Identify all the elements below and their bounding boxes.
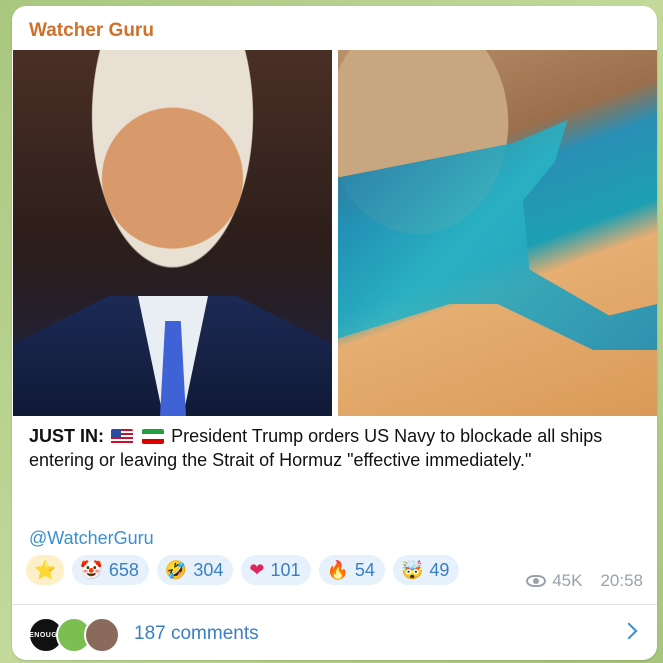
- star-icon: ⭐: [34, 560, 57, 580]
- avatar: [84, 617, 120, 653]
- message-text: JUST IN: President Trump orders US Navy …: [29, 424, 629, 472]
- reaction-laughing[interactable]: 🤣 304: [156, 555, 234, 585]
- reaction-count: 101: [270, 559, 301, 580]
- reaction-star[interactable]: ⭐: [26, 555, 65, 585]
- comments-button[interactable]: ENOUGH 187 comments: [12, 605, 657, 660]
- exploding-head-icon: 🤯: [400, 560, 424, 580]
- reaction-count: 54: [354, 559, 375, 580]
- clown-icon: 🤡: [80, 560, 103, 580]
- portrait-photo[interactable]: [13, 50, 332, 416]
- reaction-heart[interactable]: ❤ 101: [241, 555, 311, 585]
- view-count: 45K: [552, 571, 583, 590]
- fire-icon: 🔥: [326, 560, 349, 580]
- channel-mention-link[interactable]: @WatcherGuru: [29, 528, 154, 549]
- iran-flag-icon: [142, 429, 165, 444]
- reaction-clown[interactable]: 🤡 658: [72, 555, 149, 585]
- laughing-icon: 🤣: [164, 560, 188, 580]
- reaction-count: 49: [429, 559, 450, 580]
- message-meta: 45K 20:58: [526, 571, 643, 591]
- reaction-fire[interactable]: 🔥 54: [318, 555, 385, 585]
- commenter-avatars: ENOUGH: [28, 617, 128, 653]
- comments-label: 187 comments: [134, 623, 259, 644]
- satellite-strait-photo[interactable]: [338, 50, 657, 416]
- eye-icon: [526, 575, 547, 587]
- channel-name[interactable]: Watcher Guru: [29, 20, 154, 42]
- message-prefix: JUST IN:: [29, 426, 105, 446]
- gulf-shape: [338, 120, 657, 350]
- chevron-right-icon: [620, 622, 638, 640]
- heart-icon: ❤: [249, 560, 265, 580]
- message-card: Watcher Guru JUST IN: President Trump or…: [12, 6, 657, 660]
- us-flag-icon: [111, 429, 134, 444]
- message-time: 20:58: [600, 571, 643, 590]
- reaction-exploding-head[interactable]: 🤯 49: [392, 555, 460, 585]
- reaction-count: 304: [193, 559, 224, 580]
- reaction-count: 658: [108, 559, 139, 580]
- reactions-row: ⭐ 🤡 658 🤣 304 ❤ 101 🔥 54 🤯 49: [26, 554, 460, 586]
